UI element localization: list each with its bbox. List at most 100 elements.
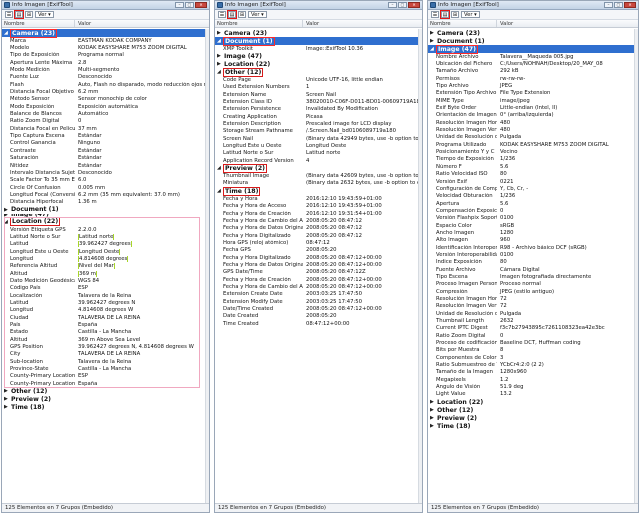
property-row[interactable]: Contraste Estándar xyxy=(2,147,209,154)
property-row[interactable]: Storage Stream Pathname /.Screen.Nail_bd0… xyxy=(215,128,422,135)
property-row[interactable]: Fecha y Hora de Creación 2016:12:10 19:31… xyxy=(215,210,422,217)
property-row[interactable]: Nitidez Estándar xyxy=(2,162,209,169)
column-name-header[interactable]: Nombre xyxy=(2,20,75,27)
property-row[interactable]: Índice Exposición 80 xyxy=(428,259,638,266)
property-row[interactable]: Versión Etiqueta GPS 2.2.0.0 xyxy=(2,226,209,233)
vertical-scrollbar[interactable] xyxy=(634,29,638,503)
title-bar[interactable]: Info Imagen [ExifTool] – ▢ ✕ xyxy=(215,1,422,10)
property-row[interactable]: Extension Class ID 38020010-C06F-D011-BD0… xyxy=(215,98,422,105)
view-menu-button[interactable]: Ver ▾ xyxy=(248,11,267,18)
property-row[interactable]: Circle Of Confusion 0.005 mm xyxy=(2,184,209,191)
property-row[interactable]: Unidad de Resolución de X e YPulgada xyxy=(428,134,638,141)
property-row[interactable]: Tipo Captura Escena Estándar xyxy=(2,132,209,139)
title-bar[interactable]: Info Imagen [ExifTool] – ▢ ✕ xyxy=(2,1,209,10)
close-button[interactable]: ✕ xyxy=(624,2,636,8)
column-value-header[interactable]: Valor xyxy=(497,21,638,27)
property-row[interactable]: Ancho Imagen 1280 xyxy=(428,229,638,236)
property-row[interactable]: Modo Exposición Exposición automática xyxy=(2,103,209,110)
property-row[interactable]: Espacio Color sRGB xyxy=(428,222,638,229)
property-row[interactable]: Número F 5.6 xyxy=(428,163,638,170)
grouped-view-icon[interactable]: ▤ xyxy=(227,10,237,19)
property-row[interactable]: Alto Imagen 960 xyxy=(428,237,638,244)
property-row[interactable]: Screen Nail (Binary data 42949 bytes, use… xyxy=(215,135,422,142)
property-row[interactable]: Thumbnail Length 2632 xyxy=(428,317,638,324)
property-row[interactable]: Apertura Lente Máxima 2.8 xyxy=(2,59,209,66)
property-row[interactable]: Método Sensor Sensor monochip de color xyxy=(2,96,209,103)
property-row[interactable]: Date Created 2008:05:20 xyxy=(215,313,422,320)
property-row[interactable]: Fecha y Hora de Cambio del Archi...2008:… xyxy=(215,283,422,290)
property-row[interactable]: Resolución Imagen Horizontal72 xyxy=(428,295,638,302)
property-row[interactable]: GPS Position 39.962427 degrees N, 4.81460… xyxy=(2,343,209,350)
close-button[interactable]: ✕ xyxy=(408,2,420,8)
property-row[interactable]: Scale Factor To 35 mm Equivalent6.0 xyxy=(2,177,209,184)
property-row[interactable]: Saturación Estándar xyxy=(2,155,209,162)
property-row[interactable]: Fecha y Hora de Creación 2008:05:20 08:47… xyxy=(215,276,422,283)
expand-all-icon[interactable]: ⊞ xyxy=(25,11,33,18)
property-row[interactable]: Longitud Este u Oeste Longitud Oeste xyxy=(2,248,209,255)
property-row[interactable]: Ciudad TALAVERA DE LA REINA xyxy=(2,314,209,321)
property-row[interactable]: Megapíxels 1.2 xyxy=(428,376,638,383)
maximize-button[interactable]: ▢ xyxy=(614,2,623,8)
property-row[interactable]: Date/Time Created 2008:05:20 08:47:12+00:… xyxy=(215,305,422,312)
property-row[interactable]: Altitud 369 m xyxy=(2,270,209,277)
property-row[interactable]: Tipo Archivo JPEG xyxy=(428,82,638,89)
property-row[interactable]: Longitud 4.814608 degrees W xyxy=(2,307,209,314)
property-row[interactable]: Versión Exif 0221 xyxy=(428,178,638,185)
group-other[interactable]: ▶ Other (12) xyxy=(2,387,209,395)
property-row[interactable]: Velocidad Obturación 1/236 xyxy=(428,193,638,200)
group-time[interactable]: ▶ Time (18) xyxy=(2,403,209,411)
property-row[interactable]: Fecha y Hora Digitalizado 2008:05:20 08:4… xyxy=(215,232,422,239)
group-camera[interactable]: ▶ Camera (23) xyxy=(428,29,638,37)
property-row[interactable]: Code Page Unicode UTF-16, little endian xyxy=(215,76,422,83)
property-row[interactable]: Distancia Focal en Película de 35...37 m… xyxy=(2,125,209,132)
property-row[interactable]: Fuente Luz Desconocido xyxy=(2,74,209,81)
property-row[interactable]: Resolución Imagen Vertical480 xyxy=(428,126,638,133)
list-view-icon[interactable]: ☰ xyxy=(431,11,439,18)
property-list[interactable]: ▶ Camera (23) ▶ Document (1) ◢ Image (47) Nomb… xyxy=(428,29,638,503)
group-document[interactable]: ▶ Document (1) xyxy=(2,206,209,214)
property-row[interactable]: Modelo KODAK EASYSHARE M753 ZOOM DIGITAL xyxy=(2,44,209,51)
property-row[interactable]: Extension Description Prescaled image for… xyxy=(215,120,422,127)
group-preview[interactable]: ◢ Preview (2) xyxy=(215,163,422,173)
property-row[interactable]: Longitud Este u Oeste Longitud Oeste xyxy=(215,142,422,149)
group-time[interactable]: ◢ Time (18) xyxy=(215,186,422,196)
property-row[interactable]: Proceso Imagen PersonalizadoProceso norm… xyxy=(428,281,638,288)
property-row[interactable]: Tamaño de la Imagen 1280x960 xyxy=(428,369,638,376)
property-row[interactable]: Tiempo de Exposición 1/236 xyxy=(428,156,638,163)
group-preview[interactable]: ▶ Preview (2) xyxy=(428,414,638,422)
property-row[interactable]: Balance de Blancos Automático xyxy=(2,110,209,117)
list-view-icon[interactable]: ☰ xyxy=(218,11,226,18)
property-row[interactable]: Fecha y Hora de Acceso 2016:12:10 19:43:5… xyxy=(215,203,422,210)
property-row[interactable]: Distancia Hiperfocal 1.36 m xyxy=(2,199,209,206)
property-row[interactable]: Resolución Imagen Horizontal480 xyxy=(428,119,638,126)
property-row[interactable]: Dato Medición Geodésica UsadoWGS 84 xyxy=(2,277,209,284)
property-row[interactable]: Posicionamiento Y y C Vecino xyxy=(428,148,638,155)
property-row[interactable]: Latitud Norte o Sur Latitud norte xyxy=(2,233,209,240)
property-row[interactable]: Extension Name Screen Nail xyxy=(215,91,422,98)
property-row[interactable]: Compresión JPEG (estilo antiguo) xyxy=(428,288,638,295)
column-value-header[interactable]: Valor xyxy=(303,21,422,27)
property-row[interactable]: Ratio Zoom Digital 0 xyxy=(2,118,209,125)
property-row[interactable]: Ratio Zoom Digital 0 xyxy=(428,332,638,339)
property-row[interactable]: Código País ESP xyxy=(2,285,209,292)
property-row[interactable]: Identificación InteroperabilidadR98 - Ar… xyxy=(428,244,638,251)
maximize-button[interactable]: ▢ xyxy=(398,2,407,8)
group-image[interactable]: ◢ Image (47) xyxy=(428,44,638,54)
minimize-button[interactable]: – xyxy=(604,2,613,8)
property-row[interactable]: Bits por Muestra 8 xyxy=(428,347,638,354)
property-row[interactable]: Fecha y Hora de Datos Original 2008:05:20… xyxy=(215,225,422,232)
title-bar[interactable]: Info Imagen [ExifTool] – ▢ ✕ xyxy=(428,1,638,10)
property-row[interactable]: Configuración de ComponentesY, Cb, Cr, - xyxy=(428,185,638,192)
close-button[interactable]: ✕ xyxy=(195,2,207,8)
property-row[interactable]: Estado Castilla - La Mancha xyxy=(2,329,209,336)
property-row[interactable]: Versión Flashpix Soportado0100 xyxy=(428,215,638,222)
property-row[interactable]: Light Value 13.2 xyxy=(428,391,638,398)
property-row[interactable]: Tamaño Archivo 292 kB xyxy=(428,68,638,75)
property-row[interactable]: Resolución Imagen Vertical72 xyxy=(428,303,638,310)
group-time[interactable]: ▶ Time (18) xyxy=(428,422,638,430)
grouped-view-icon[interactable]: ▤ xyxy=(14,10,24,19)
expand-all-icon[interactable]: ⊞ xyxy=(238,11,246,18)
property-row[interactable]: Distancia Focal Objetivo 6.2 mm xyxy=(2,88,209,95)
property-row[interactable]: Referencia Altitud Nivel del Mar xyxy=(2,263,209,270)
property-row[interactable]: City TALAVERA DE LA REINA xyxy=(2,351,209,358)
